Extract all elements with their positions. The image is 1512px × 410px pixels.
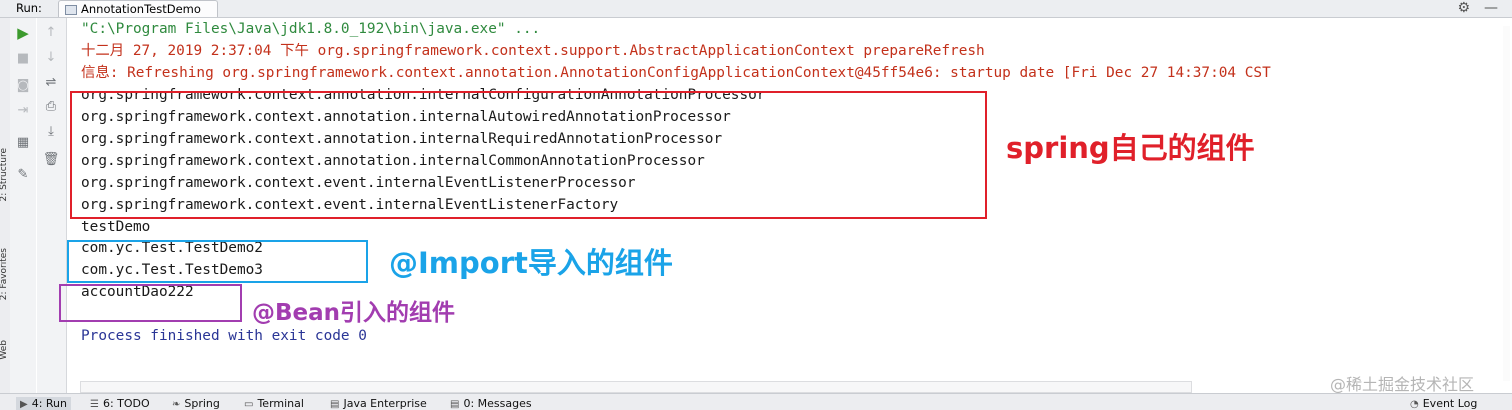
trash-icon[interactable]: 🗑 bbox=[41, 151, 61, 169]
console-log-line: 信息: Refreshing org.springframework.conte… bbox=[81, 65, 1271, 81]
tab-label: AnnotationTestDemo bbox=[81, 2, 201, 16]
print-icon[interactable]: ⎙ bbox=[41, 98, 61, 116]
import-components-annotation: @Import导入的组件 bbox=[389, 246, 673, 280]
terminal-icon: ▭ bbox=[244, 399, 254, 410]
bottom-tab-messages[interactable]: ▤ 0: Messages bbox=[450, 397, 532, 410]
run-toolbar-primary: ▶ ■ ◙ ⇥ ▦ ✎ bbox=[10, 18, 36, 393]
horizontal-scrollbar[interactable] bbox=[80, 381, 1192, 393]
bottom-tab-label: 4: Run bbox=[31, 397, 67, 410]
run-config-icon bbox=[65, 5, 77, 15]
java-enterprise-icon: ▤ bbox=[330, 399, 340, 410]
todo-icon: ☰ bbox=[90, 399, 99, 410]
event-log-label: Event Log bbox=[1422, 397, 1478, 410]
tab-annotation-test-demo[interactable]: AnnotationTestDemo bbox=[58, 0, 218, 17]
bottom-tab-label: 6: TODO bbox=[102, 397, 150, 410]
spring-components-highlight-box bbox=[70, 91, 987, 219]
bottom-tab-label: 0: Messages bbox=[463, 397, 532, 410]
messages-icon: ▤ bbox=[450, 399, 460, 410]
run-tool-window-header: Run: AnnotationTestDemo ⚙ — bbox=[0, 0, 1512, 18]
gear-icon[interactable]: ⚙ bbox=[1457, 0, 1470, 16]
watermark: @稀土掘金技术社区 bbox=[1330, 375, 1475, 394]
run-toolbar-secondary: ↑ ↓ ⇌ ⎙ ⤓ 🗑 bbox=[37, 18, 67, 393]
bean-components-annotation: @Bean引入的组件 bbox=[252, 300, 456, 326]
vertical-scrollbar[interactable] bbox=[1503, 26, 1510, 381]
side-tab-web[interactable]: Web bbox=[0, 340, 9, 360]
rerun-icon[interactable]: ▶ bbox=[13, 24, 33, 42]
bottom-tab-todo[interactable]: ☰ 6: TODO bbox=[90, 397, 150, 410]
run-label: Run: bbox=[16, 1, 42, 15]
run-icon: ▶ bbox=[20, 399, 28, 410]
bottom-tab-java-enterprise[interactable]: ▤ Java Enterprise bbox=[330, 397, 427, 410]
exit-icon[interactable]: ⇥ bbox=[13, 102, 33, 120]
bottom-tab-label: Java Enterprise bbox=[343, 397, 427, 410]
import-components-highlight-box bbox=[67, 240, 368, 283]
bottom-tab-terminal[interactable]: ▭ Terminal bbox=[244, 397, 304, 410]
console-output-line: testDemo bbox=[81, 219, 151, 235]
event-log-icon: ◔ bbox=[1410, 399, 1419, 410]
camera-icon[interactable]: ◙ bbox=[13, 77, 33, 95]
console-command-line: "C:\Program Files\Java\jdk1.8.0_192\bin\… bbox=[81, 21, 541, 37]
minimize-icon[interactable]: — bbox=[1484, 0, 1498, 16]
side-tab-favorites[interactable]: 2: Favorites bbox=[0, 248, 9, 300]
stop-icon[interactable]: ■ bbox=[13, 50, 33, 68]
spring-components-annotation: spring自己的组件 bbox=[1006, 131, 1255, 165]
event-log-button[interactable]: ◔ Event Log bbox=[1410, 397, 1477, 410]
bottom-tab-run[interactable]: ▶ 4: Run bbox=[16, 397, 71, 410]
bottom-tab-spring[interactable]: ❧ Spring bbox=[172, 397, 220, 410]
soft-wrap-icon[interactable]: ⇌ bbox=[41, 74, 61, 92]
process-finished-line: Process finished with exit code 0 bbox=[81, 328, 367, 344]
pin-icon[interactable]: ✎ bbox=[13, 166, 33, 184]
bean-components-highlight-box bbox=[59, 284, 242, 322]
scroll-end-icon[interactable]: ⤓ bbox=[41, 123, 61, 141]
spring-icon: ❧ bbox=[172, 399, 181, 410]
console-log-line: 十二月 27, 2019 2:37:04 下午 org.springframew… bbox=[81, 43, 985, 59]
down-arrow-icon[interactable]: ↓ bbox=[41, 49, 61, 67]
side-tab-structure[interactable]: 2: Structure bbox=[0, 148, 9, 202]
bottom-tab-label: Terminal bbox=[257, 397, 304, 410]
up-arrow-icon[interactable]: ↑ bbox=[41, 24, 61, 42]
bottom-tab-label: Spring bbox=[184, 397, 220, 410]
bottom-tool-bar: ▶ 4: Run ☰ 6: TODO ❧ Spring ▭ Terminal ▤ Java… bbox=[0, 393, 1512, 410]
layout-icon[interactable]: ▦ bbox=[13, 134, 33, 152]
